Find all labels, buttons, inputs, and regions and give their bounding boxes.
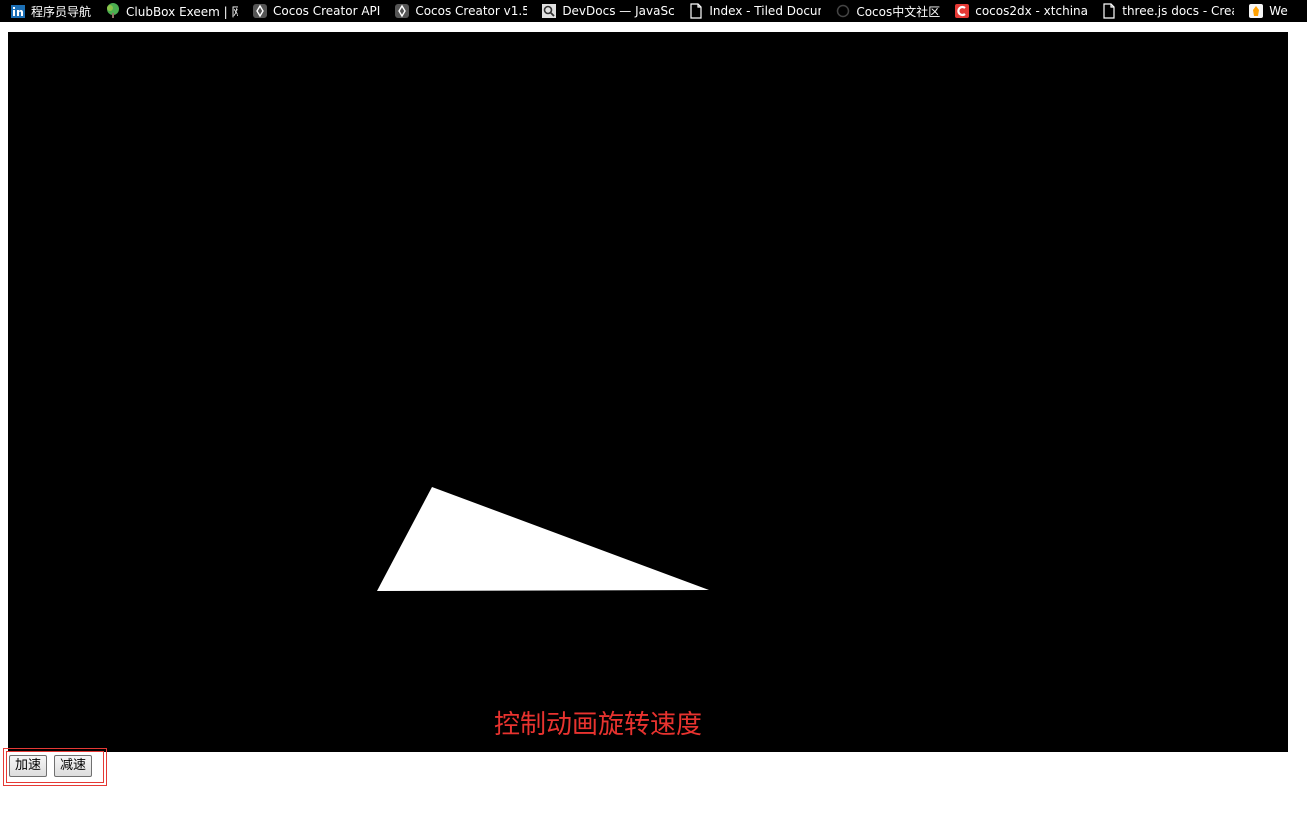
bookmark-label: Cocos Creator v1.5 [415, 4, 528, 18]
cocos-icon [394, 3, 410, 19]
bookmark-8[interactable]: three.js docs - Crea [1093, 0, 1240, 22]
scene-svg [377, 487, 709, 591]
tree-icon [105, 3, 121, 19]
speed-up-button[interactable]: 加速 [9, 755, 48, 777]
webgl-canvas[interactable]: 控制动画旋转速度 [8, 32, 1288, 752]
bookmark-label: Cocos中文社区 [856, 4, 941, 19]
wp-icon [1248, 3, 1264, 19]
bookmark-6[interactable]: Cocos中文社区 [827, 0, 946, 22]
bookmark-5[interactable]: Index - Tiled Docum [680, 0, 827, 22]
bookmark-3[interactable]: Cocos Creator v1.5 [386, 0, 533, 22]
bookmark-label: Index - Tiled Docum [709, 4, 822, 18]
speed-controls: 加速 减速 [3, 748, 107, 786]
rotating-triangle [377, 487, 709, 591]
devdocs-icon [541, 3, 557, 19]
bookmark-4[interactable]: DevDocs — JavaScr [533, 0, 680, 22]
bookmark-label: 程序员导航 [31, 4, 92, 19]
bookmark-1[interactable]: ClubBox Exeem | 网 [97, 0, 244, 22]
bookmark-2[interactable]: Cocos Creator API [244, 0, 386, 22]
page-icon [688, 3, 704, 19]
bookmark-9[interactable]: We [1240, 0, 1294, 22]
cocos2dx-icon [954, 3, 970, 19]
bookmark-label: Cocos Creator API [273, 4, 381, 18]
bookmark-label: cocos2dx - xtchina [975, 4, 1088, 18]
bookmark-7[interactable]: cocos2dx - xtchina [946, 0, 1093, 22]
bookmark-label: three.js docs - Crea [1122, 4, 1235, 18]
bookmark-label: We [1269, 4, 1288, 18]
slow-down-button[interactable]: 减速 [54, 755, 93, 777]
chat-icon [835, 3, 851, 19]
bookmark-label: DevDocs — JavaScr [562, 4, 675, 18]
cocos-icon [252, 3, 268, 19]
bookmark-label: ClubBox Exeem | 网 [126, 4, 239, 19]
linkedin-icon [10, 3, 26, 19]
speed-control-caption: 控制动画旋转速度 [493, 710, 702, 740]
bookmarks-bar: 程序员导航 ClubBox Exeem | 网 Cocos Creator AP… [0, 0, 1307, 22]
bookmark-0[interactable]: 程序员导航 [0, 0, 97, 22]
page-icon [1101, 3, 1117, 19]
